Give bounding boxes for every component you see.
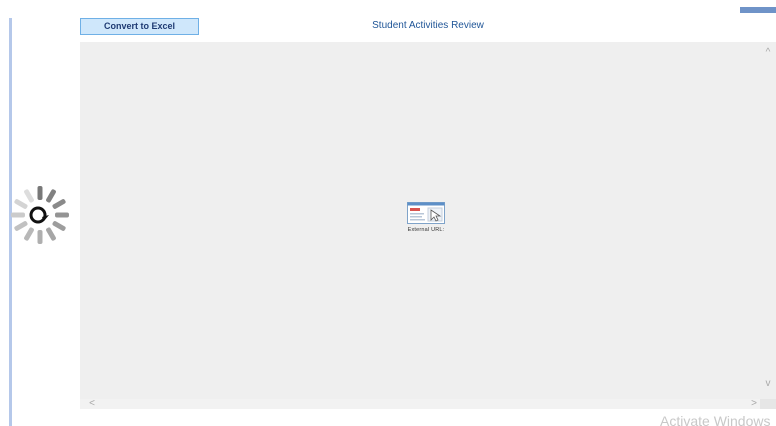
spinner-spoke xyxy=(46,189,56,203)
report-viewer[interactable]: ^ v < > External URL: xyxy=(80,42,776,409)
vertical-scrollbar[interactable]: ^ v xyxy=(760,42,776,399)
spinner-spoke xyxy=(14,221,28,231)
horizontal-scrollbar[interactable]: < > xyxy=(80,399,760,409)
spinner-spoke xyxy=(55,212,69,218)
scroll-left-arrow[interactable]: < xyxy=(86,399,98,409)
spinner-spoke xyxy=(46,227,56,241)
loading-spinner-icon xyxy=(11,186,69,244)
scroll-up-arrow[interactable]: ^ xyxy=(762,48,774,58)
spinner-spoke xyxy=(37,230,43,244)
scrollbar-corner xyxy=(760,399,776,409)
scroll-right-arrow[interactable]: > xyxy=(748,399,760,409)
scroll-down-arrow[interactable]: v xyxy=(762,379,774,389)
report-page: Convert to Excel Student Activities Revi… xyxy=(0,0,776,426)
spinner-spoke xyxy=(14,199,28,209)
external-url-block[interactable]: External URL: xyxy=(391,202,461,233)
report-title: Student Activities Review xyxy=(372,20,484,31)
external-url-label: External URL: xyxy=(407,227,445,233)
spinner-spoke xyxy=(24,227,34,241)
convert-to-excel-button[interactable]: Convert to Excel xyxy=(80,18,199,35)
spinner-spoke xyxy=(24,189,34,203)
external-link-thumbnail-icon[interactable] xyxy=(407,202,445,224)
spinner-spoke xyxy=(37,186,43,200)
spinner-spoke xyxy=(52,221,66,231)
activate-windows-watermark: Activate Windows xyxy=(660,413,771,426)
top-right-tab[interactable] xyxy=(740,7,776,13)
spinner-spoke xyxy=(52,199,66,209)
spinner-spoke xyxy=(11,212,25,218)
